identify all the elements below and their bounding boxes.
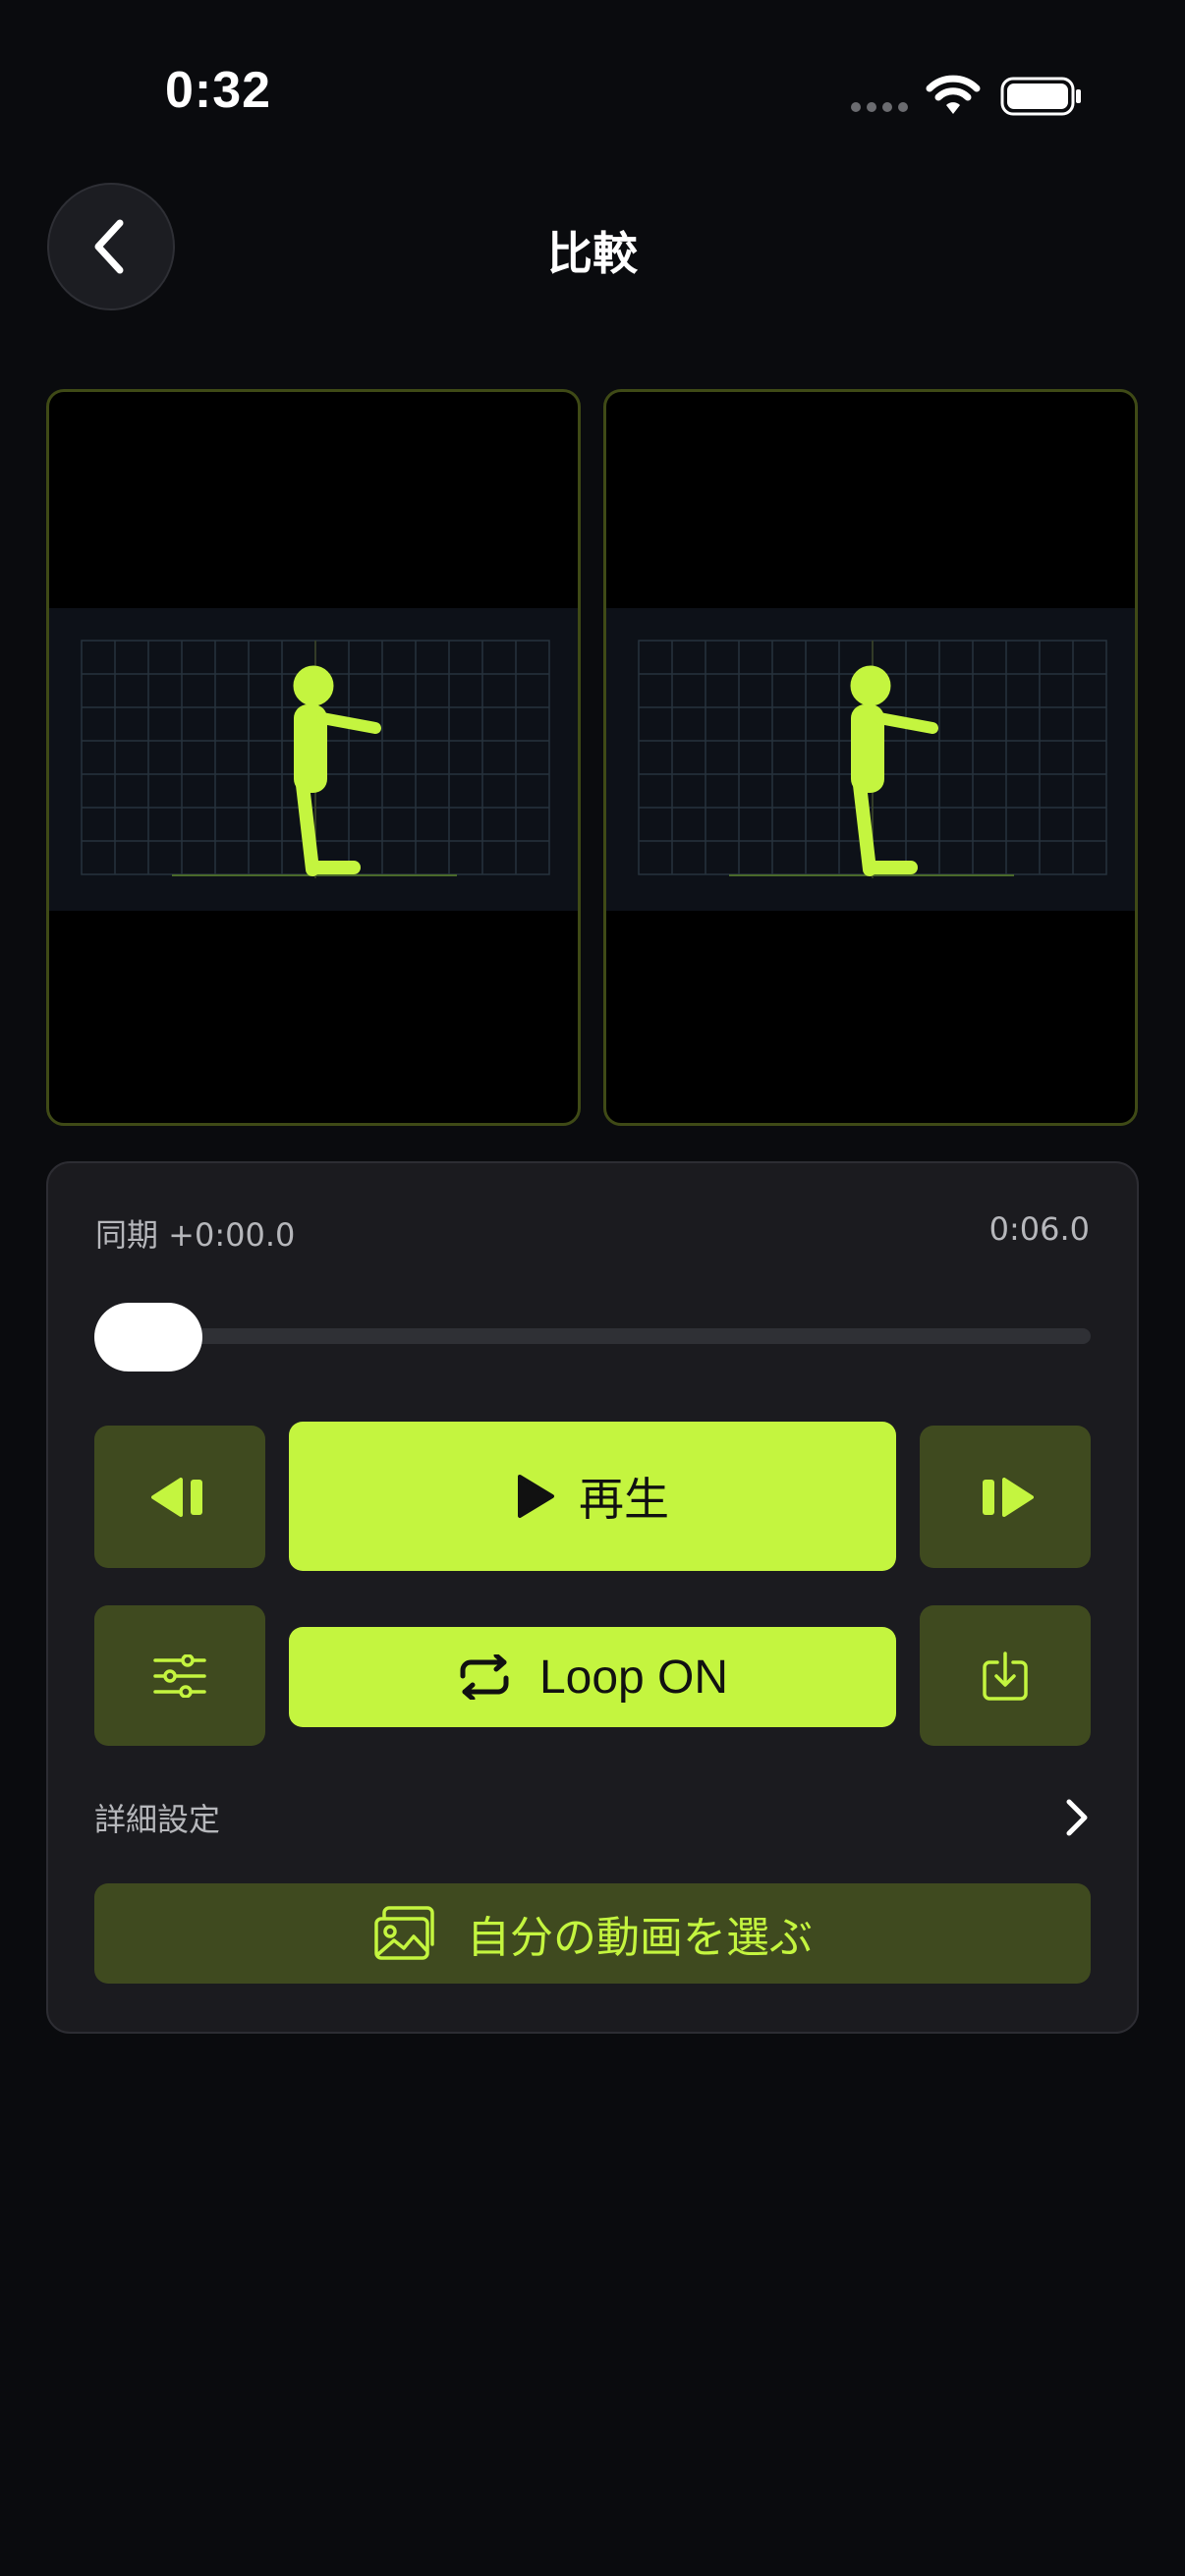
play-button[interactable]: 再生 bbox=[289, 1422, 896, 1571]
choose-video-label: 自分の動画を選ぶ bbox=[467, 1913, 813, 1963]
sliders-icon bbox=[153, 1653, 206, 1698]
download-icon bbox=[983, 1651, 1028, 1701]
step-back-button[interactable] bbox=[94, 1426, 265, 1568]
repeat-icon bbox=[460, 1654, 509, 1700]
video-frame-right bbox=[606, 608, 1135, 911]
step-back-icon bbox=[151, 1477, 202, 1517]
page-title: 比較 bbox=[547, 227, 638, 280]
video-pane-left[interactable] bbox=[46, 389, 581, 1126]
video-pane-right[interactable] bbox=[603, 389, 1138, 1126]
scrubber-track[interactable] bbox=[94, 1328, 1091, 1344]
choose-video-button[interactable]: 自分の動画を選ぶ bbox=[94, 1883, 1091, 1984]
wifi-icon bbox=[926, 75, 981, 114]
video-frame-left bbox=[49, 608, 578, 911]
duration-label: 0:06.0 bbox=[988, 1210, 1090, 1248]
battery-icon bbox=[1000, 77, 1081, 116]
scrubber-thumb[interactable] bbox=[94, 1303, 202, 1372]
sync-offset-label: 同期 +0:00.0 bbox=[95, 1216, 296, 1254]
loop-toggle-button[interactable]: Loop ON bbox=[289, 1627, 896, 1727]
step-forward-icon bbox=[983, 1477, 1034, 1517]
status-time: 0:32 bbox=[165, 62, 272, 119]
cellular-signal-icon bbox=[851, 102, 908, 112]
loop-button-label: Loop ON bbox=[538, 1651, 729, 1704]
export-button[interactable] bbox=[920, 1605, 1091, 1746]
advanced-settings-label: 詳細設定 bbox=[94, 1801, 221, 1838]
step-forward-button[interactable] bbox=[920, 1426, 1091, 1568]
adjust-settings-button[interactable] bbox=[94, 1605, 265, 1746]
advanced-settings-row[interactable]: 詳細設定 bbox=[94, 1788, 1091, 1847]
photos-icon bbox=[374, 1906, 434, 1960]
chevron-right-icon bbox=[1066, 1799, 1088, 1836]
play-button-label: 再生 bbox=[579, 1473, 669, 1526]
play-icon bbox=[518, 1475, 554, 1518]
